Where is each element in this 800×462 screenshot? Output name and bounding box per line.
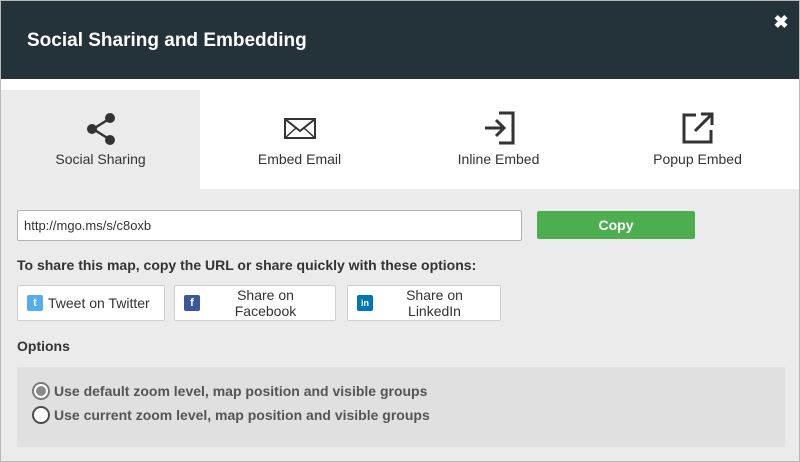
external-link-icon [682,112,713,144]
radio-option-default-zoom[interactable]: Use default zoom level, map position and… [32,382,427,400]
tab-label: Popup Embed [653,151,742,167]
tab-inline-embed[interactable]: Inline Embed [399,90,598,189]
linkedin-icon: in [357,295,373,311]
share-on-linkedin-button[interactable]: in Share on LinkedIn [347,285,501,321]
radio-option-current-zoom[interactable]: Use current zoom level, map position and… [32,406,430,424]
share-icon [86,113,115,145]
dialog-title: Social Sharing and Embedding [27,30,307,51]
radio-button-checked[interactable] [32,382,50,400]
share-button-label: Share on Facebook [234,287,297,319]
share-button-label: Share on LinkedIn [406,287,463,319]
share-on-facebook-button[interactable]: f Share on Facebook [174,285,336,321]
radio-label: Use current zoom level, map position and… [54,407,430,423]
options-panel: Use default zoom level, map position and… [17,367,785,447]
social-sharing-dialog: Social Sharing and Embedding ✖ Social Sh… [0,0,800,462]
share-button-label: Tweet on Twitter [48,295,150,311]
tab-social-sharing[interactable]: Social Sharing [1,90,200,189]
tab-label: Embed Email [257,151,342,167]
dialog-header: Social Sharing and Embedding ✖ [1,1,799,79]
tab-label: Inline Embed [457,151,540,167]
share-instructions: To share this map, copy the URL or share… [17,257,477,273]
envelope-icon [283,118,316,139]
options-heading: Options [17,338,70,354]
copy-button[interactable]: Copy [537,211,695,239]
twitter-icon: t [27,295,43,311]
facebook-icon: f [184,295,200,311]
radio-label: Use default zoom level, map position and… [54,383,428,399]
tab-bar: Social Sharing Embed Email Inline Embed [1,79,799,189]
tab-label: Social Sharing [55,151,146,167]
close-icon[interactable]: ✖ [772,13,790,31]
tab-embed-email[interactable]: Embed Email [200,90,399,189]
share-url-input[interactable] [17,210,522,241]
tab-popup-embed[interactable]: Popup Embed [598,90,797,189]
tweet-on-twitter-button[interactable]: t Tweet on Twitter [17,285,165,321]
sign-in-icon [484,111,514,145]
radio-button[interactable] [32,406,50,424]
